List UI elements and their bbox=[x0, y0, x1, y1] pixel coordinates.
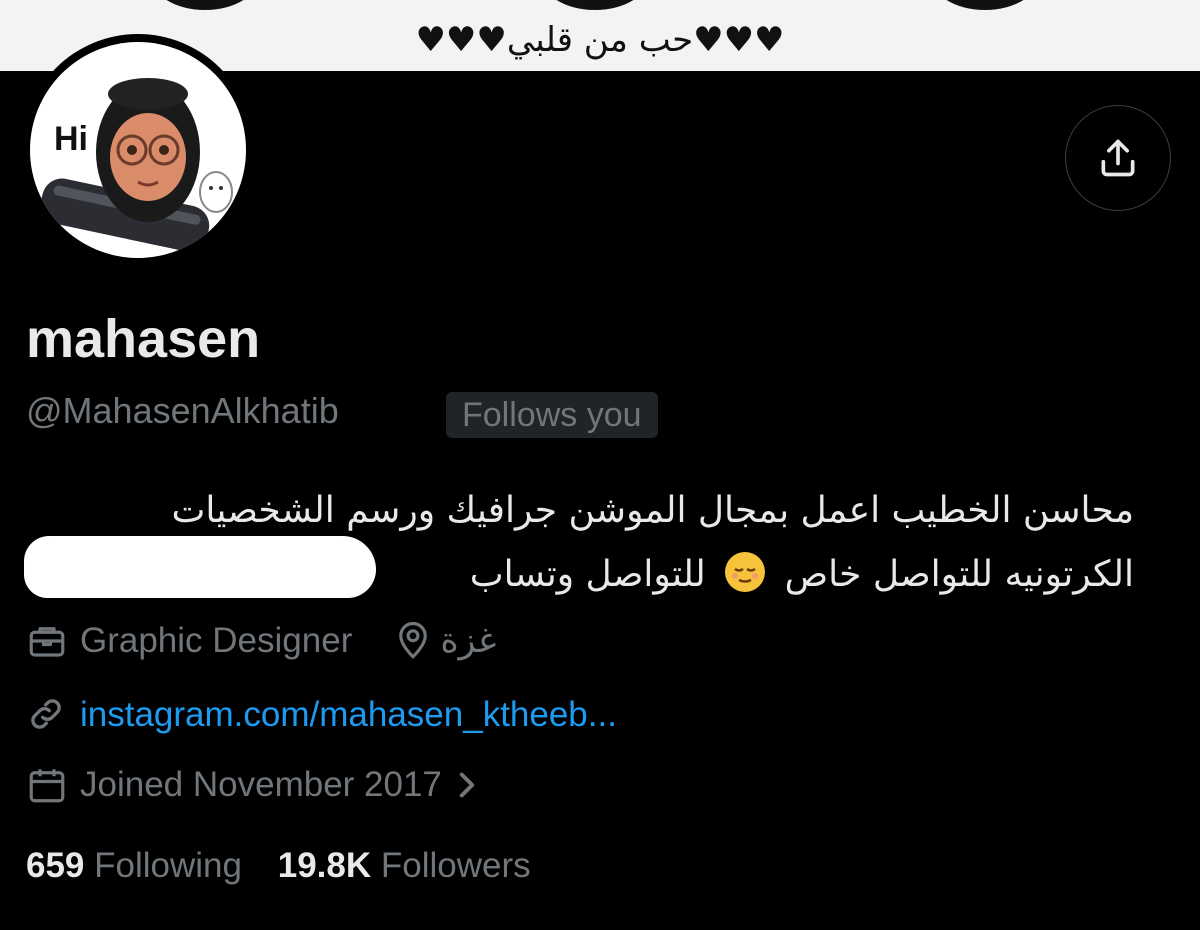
banner-decoration bbox=[930, 0, 1040, 10]
profile-avatar[interactable]: Hi bbox=[22, 34, 254, 266]
bio-line-2-part-b: للتواصل وتساب bbox=[469, 554, 706, 595]
followers-count: 19.8K bbox=[277, 846, 372, 885]
following-link[interactable]: 659 Following bbox=[26, 846, 278, 885]
relieved-face-emoji bbox=[725, 552, 766, 592]
avatar-illustration: Hi bbox=[30, 42, 246, 258]
redacted-region bbox=[24, 536, 376, 598]
follow-stats: 659 Following 19.8K Followers bbox=[26, 846, 557, 886]
location-text: غزة bbox=[440, 621, 497, 660]
following-count: 659 bbox=[26, 846, 85, 885]
bio-line-2-part-a: الكرتونيه للتواصل خاص bbox=[784, 554, 1134, 595]
bio-line-1: محاسن الخطيب اعمل بمجال الموشن جرافيك ور… bbox=[171, 490, 1134, 531]
chevron-right-icon bbox=[452, 764, 494, 806]
briefcase-icon bbox=[26, 620, 68, 662]
profession-text: Graphic Designer bbox=[80, 621, 353, 660]
profile-meta-row: Graphic Designer غزة bbox=[26, 620, 496, 662]
link-icon bbox=[26, 694, 68, 736]
joined-text: Joined November 2017 bbox=[80, 765, 442, 804]
profile-name: mahasen bbox=[26, 309, 261, 369]
website-link[interactable]: instagram.com/mahasen_ktheeb... bbox=[80, 695, 617, 735]
follows-you-badge: Follows you bbox=[446, 392, 658, 438]
share-button[interactable] bbox=[1065, 105, 1171, 211]
location-pin-icon bbox=[392, 620, 434, 662]
avatar-hi-text: Hi bbox=[54, 120, 88, 158]
calendar-icon bbox=[26, 764, 68, 806]
followers-label: Followers bbox=[380, 846, 531, 885]
share-upload-icon bbox=[1101, 139, 1135, 177]
following-label: Following bbox=[94, 846, 242, 885]
profile-handle: @MahasenAlkhatib bbox=[26, 390, 339, 431]
website-row[interactable]: instagram.com/mahasen_ktheeb... bbox=[26, 694, 617, 736]
banner-decoration bbox=[150, 0, 260, 10]
banner-decoration bbox=[540, 0, 650, 10]
followers-link[interactable]: 19.8K Followers bbox=[278, 846, 557, 885]
joined-row[interactable]: Joined November 2017 bbox=[26, 764, 506, 806]
